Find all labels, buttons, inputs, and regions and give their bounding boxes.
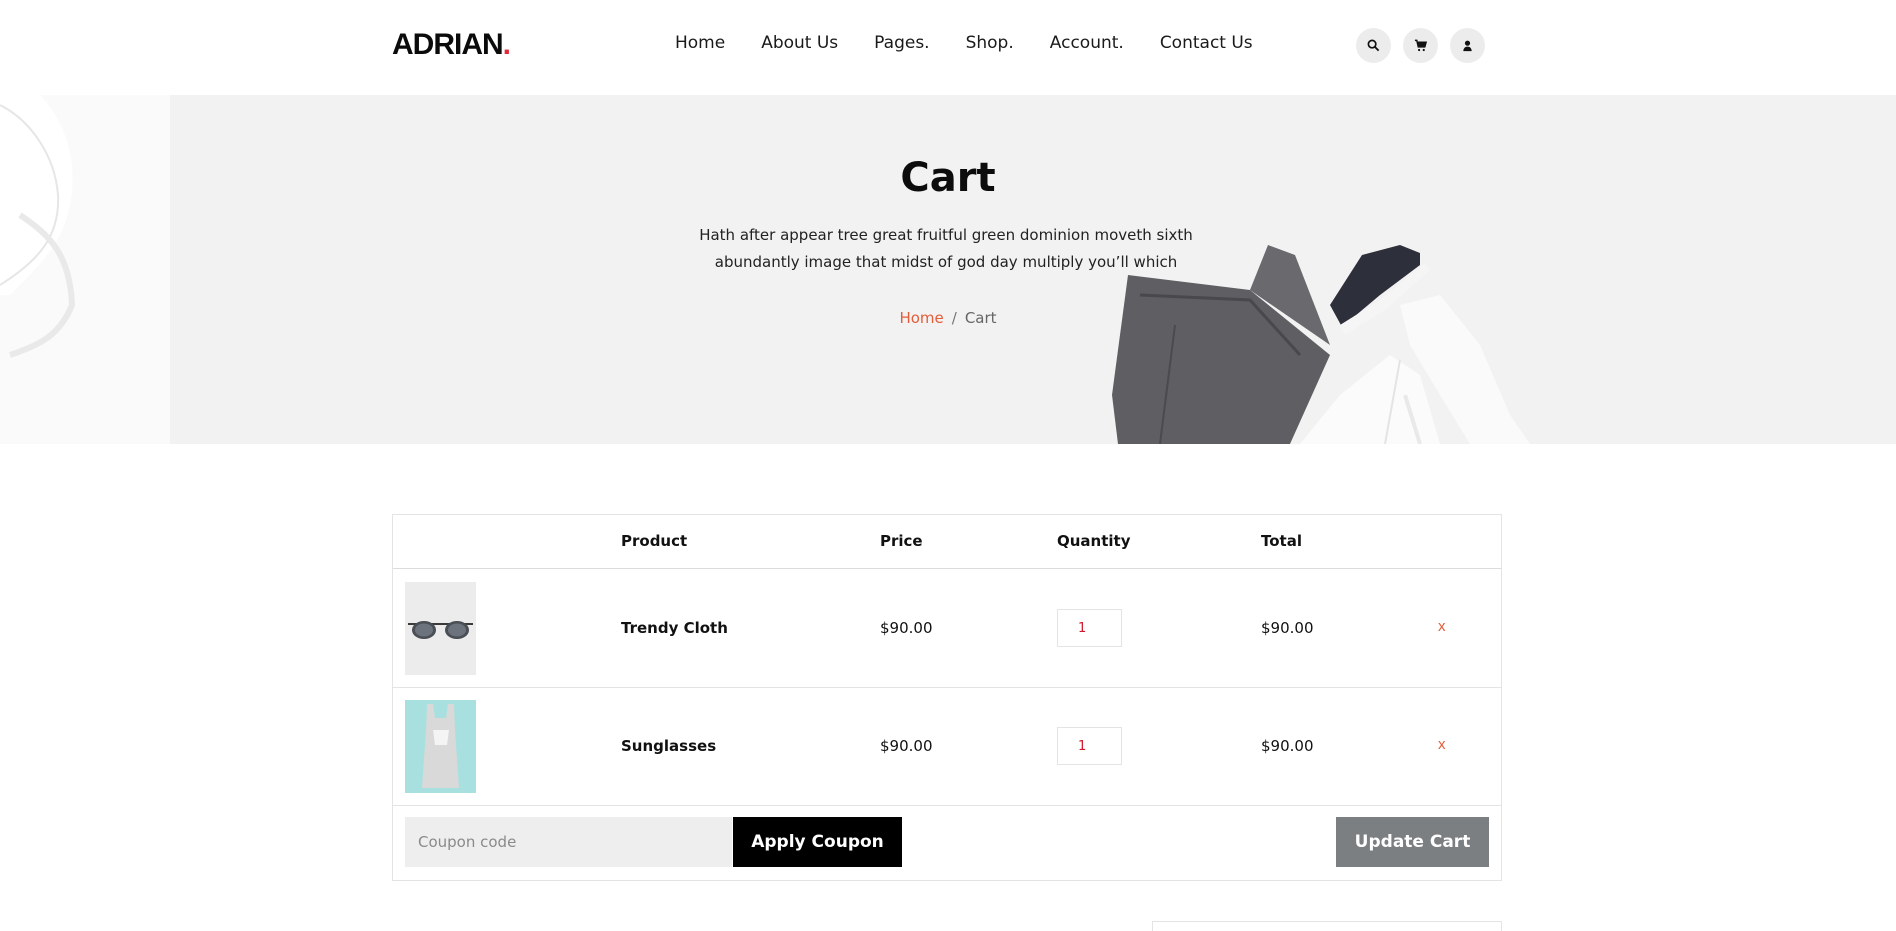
remove-item-button[interactable]: x <box>1438 736 1446 753</box>
column-header-product: Product <box>621 532 688 550</box>
cart-totals-box <box>1152 921 1502 931</box>
cart-row: Sunglasses $90.00 1 $90.00 x <box>393 688 1501 806</box>
coupon-code-input[interactable] <box>405 817 732 867</box>
breadcrumb-separator: / <box>951 309 957 327</box>
quantity-input[interactable]: 1 <box>1057 609 1122 647</box>
nav-item-contact-us[interactable]: Contact Us <box>1160 33 1253 53</box>
brand-name: ADRIAN <box>392 28 504 61</box>
apply-coupon-button[interactable]: Apply Coupon <box>733 817 902 867</box>
cart-button[interactable] <box>1403 28 1438 63</box>
cart-table-header: Product Price Quantity Total <box>393 515 1501 569</box>
cart-table: Product Price Quantity Total Trendy Clot… <box>392 514 1502 881</box>
search-icon <box>1367 39 1380 52</box>
site-header: ADRIAN. Home About Us Pages. Shop. Accou… <box>0 0 1896 94</box>
product-price: $90.00 <box>880 619 933 637</box>
quantity-input[interactable]: 1 <box>1057 727 1122 765</box>
user-icon <box>1463 40 1472 52</box>
main-nav: Home About Us Pages. Shop. Account. Cont… <box>675 33 1289 53</box>
breadcrumb-home-link[interactable]: Home <box>899 309 943 327</box>
product-thumbnail-sunglasses[interactable] <box>405 582 476 675</box>
brand-dot: . <box>502 28 511 61</box>
nav-item-home[interactable]: Home <box>675 33 725 53</box>
column-header-quantity: Quantity <box>1057 532 1131 550</box>
column-header-total: Total <box>1261 532 1302 550</box>
column-header-price: Price <box>880 532 923 550</box>
product-name[interactable]: Trendy Cloth <box>621 619 728 637</box>
breadcrumb: Home / Cart <box>0 309 1896 327</box>
page-banner: Cart Hath after appear tree great fruitf… <box>0 95 1896 444</box>
search-button[interactable] <box>1356 28 1391 63</box>
nav-item-pages[interactable]: Pages. <box>874 33 929 53</box>
header-icons <box>1356 28 1485 63</box>
product-total: $90.00 <box>1261 619 1314 637</box>
banner-description: Hath after appear tree great fruitful gr… <box>699 226 1193 271</box>
nav-item-account[interactable]: Account. <box>1050 33 1124 53</box>
breadcrumb-current: Cart <box>964 309 997 327</box>
remove-item-button[interactable]: x <box>1438 618 1446 635</box>
page-title: Cart <box>900 155 996 201</box>
account-button[interactable] <box>1450 28 1485 63</box>
cart-icon <box>1414 39 1427 52</box>
nav-item-about-us[interactable]: About Us <box>761 33 838 53</box>
nav-item-shop[interactable]: Shop. <box>966 33 1014 53</box>
coupon-row: Apply Coupon Update Cart <box>393 805 1501 881</box>
product-name[interactable]: Sunglasses <box>621 737 716 755</box>
brand-logo[interactable]: ADRIAN. <box>392 28 511 62</box>
product-total: $90.00 <box>1261 737 1314 755</box>
update-cart-button[interactable]: Update Cart <box>1336 817 1489 867</box>
cart-row: Trendy Cloth $90.00 1 $90.00 x <box>393 570 1501 688</box>
product-price: $90.00 <box>880 737 933 755</box>
product-thumbnail-tank-top[interactable] <box>405 700 476 793</box>
